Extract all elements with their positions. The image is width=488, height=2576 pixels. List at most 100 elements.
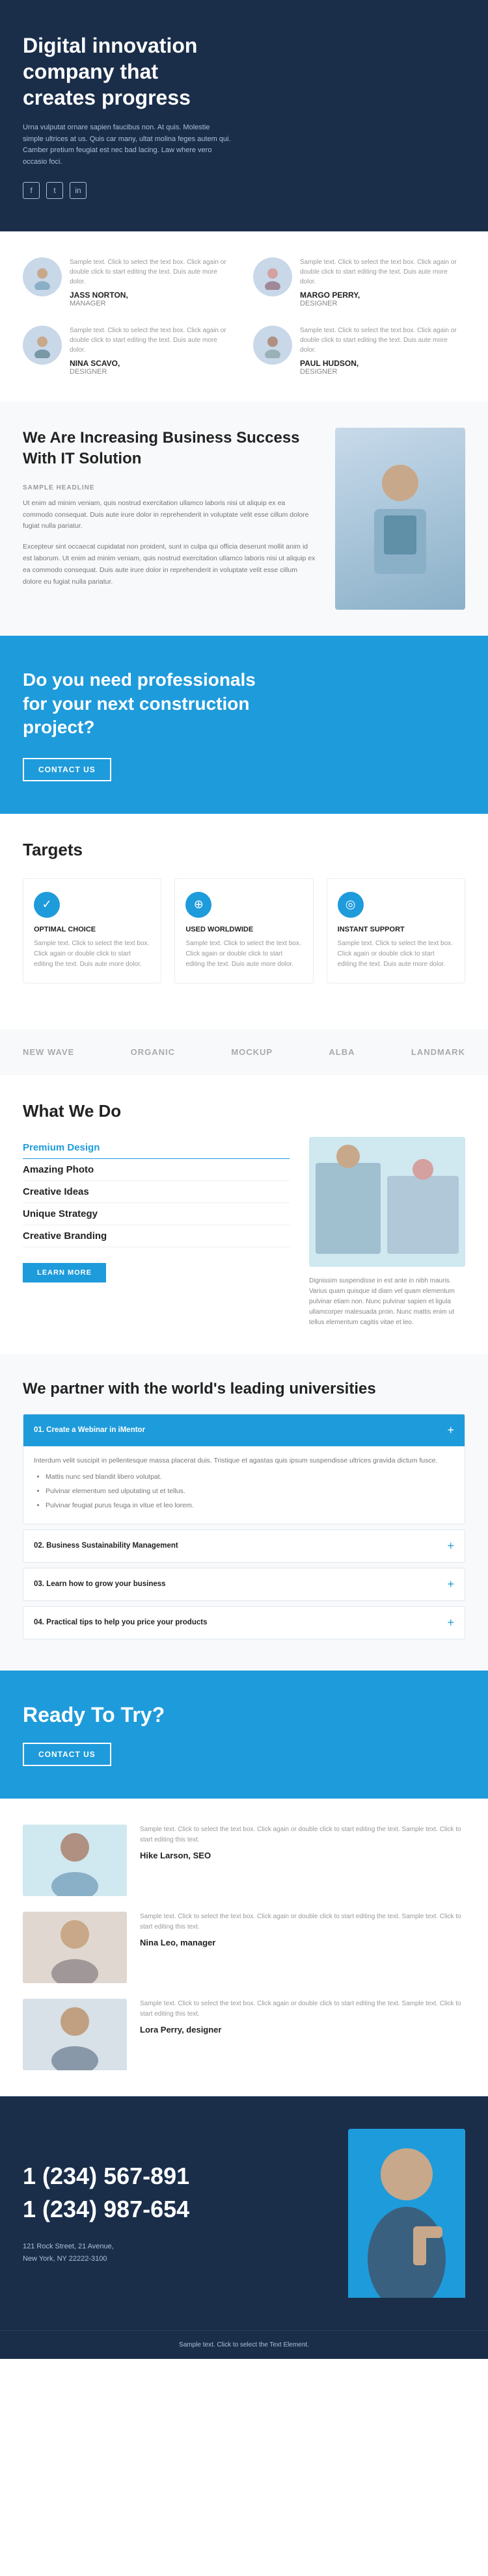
accordion-point-1-3: Pulvinar feugiat purus feuga in vitue et…: [46, 1500, 454, 1512]
footer: Sample text. Click to select the Text El…: [0, 2330, 488, 2359]
accordion-list-1: Mattis nunc sed blandit libero volutpat.…: [34, 1472, 454, 1512]
team2-item-1: Sample text. Click to select the text bo…: [23, 1825, 465, 1896]
target-card-2: ⊕ USED WORLDWIDE Sample text. Click to s…: [174, 878, 313, 983]
team2-item-3: Sample text. Click to select the text bo…: [23, 1999, 465, 2070]
contact-person-image: [348, 2129, 465, 2298]
target-text-2: Sample text. Click to select the text bo…: [185, 939, 302, 970]
team-role-2: DESIGNER: [300, 300, 465, 307]
accordion-header-3[interactable]: 03. Learn how to grow your business +: [23, 1568, 465, 1600]
it-body1: Ut enim ad minim veniam, quis nostrud ex…: [23, 498, 316, 533]
linkedin-icon[interactable]: in: [70, 182, 87, 199]
accordion-body-1: Interdum velit suscipit in pellentesque …: [23, 1446, 465, 1524]
logo-3: Mockup: [231, 1047, 273, 1057]
accordion-item-1: 01. Create a Webinar in iMentor + Interd…: [23, 1414, 465, 1524]
avatar-3: [23, 326, 62, 365]
team2-sample-2: Sample text. Click to select the text bo…: [140, 1912, 465, 1932]
hero-description: Urna vulputat ornare sapien faucibus non…: [23, 122, 231, 168]
cta-contact-button[interactable]: CONTACT US: [23, 758, 111, 781]
cta-section: Do you need professionals for your next …: [0, 636, 488, 813]
it-sample-headline: SAMPLE HEADLINE: [23, 484, 316, 491]
what-item-2[interactable]: Amazing Photo: [23, 1159, 290, 1181]
it-body2: Excepteur sint occaecat cupidatat non pr…: [23, 541, 316, 588]
targets-section: Targets ✓ OPTiMAL choice Sample text. Cl…: [0, 814, 488, 1029]
team-sample-1: Sample text. Click to select the text bo…: [70, 257, 235, 287]
team2-name-3: Lora Perry, designer: [140, 2025, 465, 2035]
phone-1: 1 (234) 567-891: [23, 2161, 303, 2192]
team2-image-3: [23, 1999, 127, 2070]
team2-image-1: [23, 1825, 127, 1896]
target-icon-2: ⊕: [185, 892, 211, 918]
accordion-label-4: 04. Practical tips to help you price you…: [34, 1619, 207, 1626]
team-member-3: Sample text. Click to select the text bo…: [23, 326, 235, 376]
target-text-1: Sample text. Click to select the text bo…: [34, 939, 150, 970]
what-item-4[interactable]: Unique Strategy: [23, 1203, 290, 1225]
team2-list: Sample text. Click to select the text bo…: [23, 1825, 465, 2070]
what-item-5[interactable]: Creative Branding: [23, 1225, 290, 1247]
accordion-header-1[interactable]: 01. Create a Webinar in iMentor +: [23, 1414, 465, 1446]
contact-address: 121 Rock Street, 21 Avenue, New York, NY…: [23, 2241, 303, 2265]
what-item-3[interactable]: Creative Ideas: [23, 1181, 290, 1203]
ready-section: Ready To Try? CONTACT US: [0, 1671, 488, 1799]
team2-name-1: Hike Larson, SEO: [140, 1851, 465, 1860]
accordion-label-1: 01. Create a Webinar in iMentor: [34, 1426, 145, 1434]
team-name-4: PAUL HUDSON,: [300, 359, 465, 368]
avatar-2: [253, 257, 292, 296]
address-line1: 121 Rock Street, 21 Avenue,: [23, 2243, 114, 2250]
contact-section: 1 (234) 567-891 1 (234) 987-654 121 Rock…: [0, 2096, 488, 2330]
what-item-1[interactable]: Premium Design: [23, 1137, 290, 1159]
cta-title: Do you need professionals for your next …: [23, 668, 270, 739]
avatar-1: [23, 257, 62, 296]
it-title: We Are Increasing Business Success With …: [23, 428, 316, 468]
logo-1: NEW WAVE: [23, 1047, 74, 1057]
target-card-1: ✓ OPTiMAL choice Sample text. Click to s…: [23, 878, 161, 983]
it-image: [335, 428, 465, 610]
ready-title: Ready To Try?: [23, 1703, 465, 1727]
universities-section: We partner with the world's leading univ…: [0, 1354, 488, 1671]
uni-title: We partner with the world's leading univ…: [23, 1380, 465, 1398]
what-list: Premium Design Amazing Photo Creative Id…: [23, 1137, 290, 1247]
team-section: Sample text. Click to select the text bo…: [0, 231, 488, 402]
social-icons: f t in: [23, 182, 465, 199]
target-title-2: USED WORLDWIDE: [185, 926, 302, 933]
target-card-3: ◎ INSTANT SUPPORT Sample text. Click to …: [327, 878, 465, 983]
accordion-plus-3: +: [447, 1578, 454, 1591]
team-sample-2: Sample text. Click to select the text bo…: [300, 257, 465, 287]
accordion-plus-2: +: [447, 1539, 454, 1553]
phone-2: 1 (234) 987-654: [23, 2194, 303, 2225]
what-image: [309, 1137, 465, 1267]
target-icon-1: ✓: [34, 892, 60, 918]
target-icon-3: ◎: [338, 892, 364, 918]
accordion-plus-1: +: [447, 1424, 454, 1437]
accordion-label-2: 02. Business Sustainability Management: [34, 1542, 178, 1550]
accordion-item-2: 02. Business Sustainability Management +: [23, 1529, 465, 1563]
facebook-icon[interactable]: f: [23, 182, 40, 199]
twitter-icon[interactable]: t: [46, 182, 63, 199]
accordion-plus-4: +: [447, 1616, 454, 1630]
accordion-point-1-2: Pulvinar elementum sed ulputating ut et …: [46, 1486, 454, 1498]
team-sample-3: Sample text. Click to select the text bo…: [70, 326, 235, 355]
accordion-header-2[interactable]: 02. Business Sustainability Management +: [23, 1530, 465, 1562]
team-member-4: Sample text. Click to select the text bo…: [253, 326, 465, 376]
team-member-2: Sample text. Click to select the text bo…: [253, 257, 465, 307]
what-title: What We Do: [23, 1101, 465, 1121]
what-section: What We Do Premium Design Amazing Photo …: [0, 1075, 488, 1354]
what-description: Dignissim suspendisse in est ante in nib…: [309, 1276, 465, 1328]
learn-more-button[interactable]: LEARN MORE: [23, 1263, 106, 1282]
team-sample-4: Sample text. Click to select the text bo…: [300, 326, 465, 355]
accordion-point-1-1: Mattis nunc sed blandit libero volutpat.: [46, 1472, 454, 1483]
ready-contact-button[interactable]: CONTACT US: [23, 1743, 111, 1766]
team-role-1: MANAGER: [70, 300, 235, 307]
team2-section: Sample text. Click to select the text bo…: [0, 1799, 488, 2096]
logo-5: LANDMARK: [411, 1047, 465, 1057]
accordion-header-4[interactable]: 04. Practical tips to help you price you…: [23, 1607, 465, 1639]
accordion-label-3: 03. Learn how to grow your business: [34, 1580, 166, 1588]
logo-2: ORGANIC: [131, 1047, 175, 1057]
targets-grid: ✓ OPTiMAL choice Sample text. Click to s…: [23, 878, 465, 983]
avatar-4: [253, 326, 292, 365]
team-name-1: JASS NORTON,: [70, 291, 235, 300]
team-grid: Sample text. Click to select the text bo…: [23, 257, 465, 376]
target-text-3: Sample text. Click to select the text bo…: [338, 939, 454, 970]
team-role-3: DESIGNER: [70, 368, 235, 376]
team-name-2: MARGO PERRY,: [300, 291, 465, 300]
team2-name-2: Nina Leo, manager: [140, 1938, 465, 1947]
